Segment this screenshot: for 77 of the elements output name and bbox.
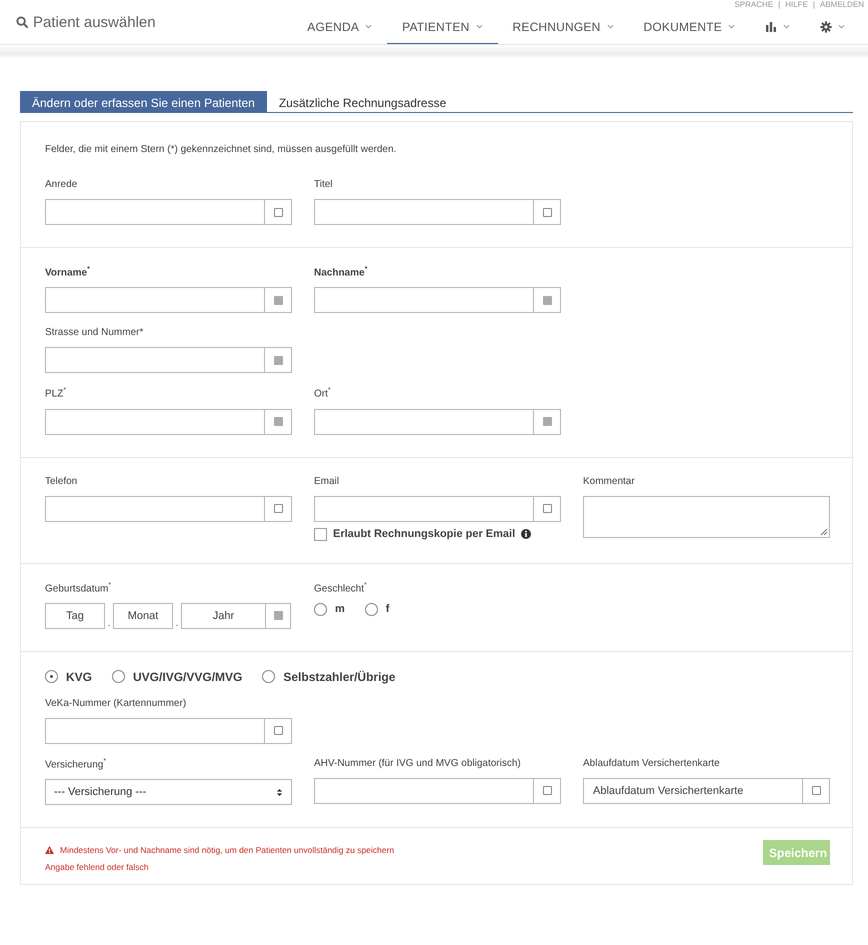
settings-icon <box>820 20 832 32</box>
input-group[interactable] <box>314 408 561 435</box>
tab[interactable]: Zusätzliche Rechnungsadresse <box>266 91 458 112</box>
radio-option[interactable]: KVG <box>45 670 92 684</box>
radio-option[interactable]: f <box>364 602 390 616</box>
date-separator: . <box>174 618 180 629</box>
nav-tab[interactable]: PATIENTEN <box>387 10 498 44</box>
nav-tab[interactable]: AGENDA <box>292 10 388 44</box>
field-label: Ort$^{*}$ <box>314 387 332 400</box>
field-label: Telefon <box>45 476 78 487</box>
search-icon <box>16 16 29 29</box>
input-group[interactable] <box>314 496 561 522</box>
radio-option[interactable]: Selbstzahler/Übrige <box>262 670 396 684</box>
radio-button[interactable] <box>314 602 327 616</box>
resize-handle-icon[interactable] <box>820 528 828 536</box>
radio-option[interactable]: m <box>314 602 345 616</box>
input-group[interactable]: Ablaufdatum Versichertenkarte <box>583 778 830 804</box>
radio-button[interactable] <box>262 670 276 684</box>
radio-label: Selbstzahler/Übrige <box>283 670 396 684</box>
input-group[interactable] <box>45 199 292 225</box>
field-label: VeKa-Nummer (Kartennummer) <box>45 698 188 709</box>
radio-label: UVG/IVG/VVG/MVG <box>133 670 242 684</box>
warning-icon <box>45 846 54 854</box>
radio-label: KVG <box>66 670 92 684</box>
input-group[interactable] <box>314 199 561 225</box>
checkbox-label: Erlaubt Rechnungskopie per Email <box>333 528 516 540</box>
field-label: AHV-Nummer (für IVG und MVG obligatorisch) <box>314 758 522 769</box>
nav-tab[interactable]: RECHNUNGEN <box>498 10 629 44</box>
field-label: Ablaufdatum Versichertenkarte <box>583 758 721 769</box>
nav-tab[interactable]: DOKUMENTE <box>628 10 750 44</box>
date-separator: . <box>106 618 112 629</box>
field-label: Titel <box>314 179 334 190</box>
warning-message: Mindestens Vor- und Nachname sind nötig, um den Patienten unvollständig zu speichern <box>60 845 394 856</box>
radio-label: m <box>335 603 345 616</box>
field-label: Geschlecht$^{*}$ <box>314 582 368 594</box>
radio-button[interactable] <box>364 602 378 616</box>
caret-icon <box>476 24 482 29</box>
date-part-field[interactable]: Jahr <box>181 602 265 629</box>
required-fields-note: Felder, die mit einem Stern (*) gekennzeichnet sind, müssen ausgefüllt werden. <box>45 144 398 155</box>
link-separator: | <box>778 0 780 10</box>
caret-icon <box>365 24 372 29</box>
link-separator: | <box>812 0 815 10</box>
radio-label: f <box>386 603 390 616</box>
input-group[interactable] <box>314 778 561 804</box>
caret-icon <box>783 24 790 29</box>
radio-button[interactable] <box>45 670 58 684</box>
input-group[interactable] <box>45 408 292 435</box>
field-label: Anrede <box>45 179 78 190</box>
date-part-field[interactable]: Tag <box>45 602 105 629</box>
input-group[interactable] <box>45 287 292 314</box>
field-label: PLZ$^{*}$ <box>45 387 68 400</box>
insurance-dropdown[interactable]: --- Versicherung --- <box>45 779 292 806</box>
field-label: Geburtsdatum$^{*}$ <box>45 582 112 594</box>
input-group[interactable] <box>45 718 292 744</box>
field-label: Kommentar <box>583 476 636 487</box>
field-label: Nachname$^{*}$ <box>314 266 368 278</box>
field-label: Strasse und Nummer* <box>45 327 144 338</box>
caret-icon <box>838 24 845 29</box>
caret-icon <box>606 24 614 29</box>
input-group[interactable] <box>45 347 292 374</box>
caret-icon <box>728 24 735 29</box>
date-part-field[interactable]: Monat <box>113 602 173 629</box>
tab[interactable]: Ändern oder erfassen Sie einen Patienten <box>20 91 267 112</box>
patient-search-button[interactable]: Patient auswählen <box>16 14 156 31</box>
comment-textarea[interactable] <box>583 496 830 538</box>
field-label: Email <box>314 476 340 487</box>
error-message: Angabe fehlend oder falsch <box>45 862 150 872</box>
field-label: Versicherung$^{*}$ <box>45 758 108 770</box>
checkbox[interactable] <box>314 528 327 541</box>
input-group[interactable] <box>314 287 561 314</box>
radio-option[interactable]: UVG/IVG/VVG/MVG <box>112 670 242 684</box>
info-icon[interactable] <box>521 529 532 540</box>
bar-chart-icon <box>765 20 777 32</box>
sort-arrows-icon <box>276 788 283 797</box>
field-label: Vorname$^{*}$ <box>45 266 91 278</box>
input-group[interactable] <box>45 496 292 522</box>
radio-button[interactable] <box>112 670 126 684</box>
